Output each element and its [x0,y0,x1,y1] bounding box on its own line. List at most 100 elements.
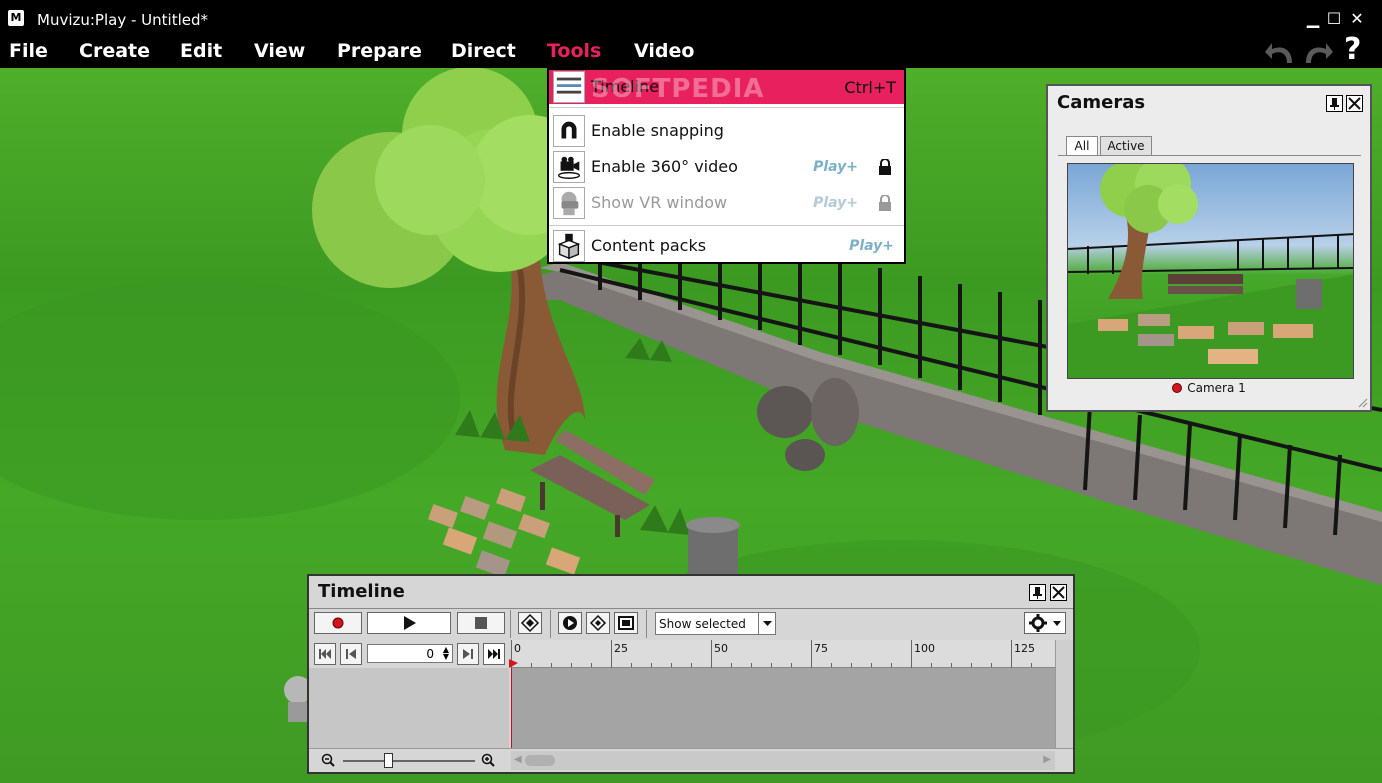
menu-file[interactable]: File [9,40,48,62]
spinner-arrows-icon[interactable]: ▲ ▼ [443,646,449,661]
play-plus-badge: Play+ [813,159,858,175]
scrollbar-thumb[interactable] [525,755,555,766]
menu-item-enable-360-video[interactable]: Enable 360° video Play+ [549,150,904,184]
menu-prepare[interactable]: Prepare [337,40,422,62]
watermark: SOFTPEDIA [591,74,765,104]
ruler-tick [711,640,712,668]
resize-grip-icon[interactable] [1358,398,1368,408]
tab-divider [1058,155,1361,156]
cameras-panel: Cameras All Active Camera 1 [1046,84,1372,412]
menu-item-label: Show VR window [591,193,728,212]
minor-tick [791,663,792,667]
scroll-left-icon[interactable]: ◀ [514,754,522,765]
window-title: Muvizu:Play - Untitled* [37,11,208,29]
next-frame-button[interactable] [457,643,479,665]
camera-360-icon [553,151,585,183]
help-button[interactable]: ? [1344,32,1361,67]
minor-tick [731,663,732,667]
menu-separator [549,225,904,226]
play-plus-badge: Play+ [849,238,894,254]
play-icon [404,616,416,630]
camera-thumbnail[interactable] [1067,163,1354,379]
menu-item-show-vr-window[interactable]: Show VR window Play+ [549,186,904,220]
timeline-ruler[interactable]: 0 25 50 75 100 125 [509,640,1055,668]
camera-preview-render [1068,164,1353,378]
go-to-start-button[interactable] [314,643,336,665]
panel-close-button[interactable] [1346,95,1363,112]
menu-item-timeline[interactable]: Timeline Ctrl+T SOFTPEDIA [549,70,904,104]
tab-active[interactable]: Active [1100,136,1152,155]
title-bar: M Muvizu:Play - Untitled* ▁ ☐ ✕ [0,0,1382,38]
settings-dropdown-button[interactable] [1024,612,1066,634]
minor-tick [851,663,852,667]
minor-tick [531,663,532,667]
play-button[interactable] [367,612,451,634]
minor-tick [1031,663,1032,667]
playhead-line [511,668,512,748]
stop-icon [475,617,487,629]
tab-all[interactable]: All [1066,136,1098,155]
previous-frame-button[interactable] [340,643,362,665]
menu-direct[interactable]: Direct [451,40,516,62]
camera-cut-icon [563,616,577,630]
pin-icon [1330,98,1339,110]
track-area[interactable] [511,668,1055,748]
gear-icon [1029,614,1061,632]
vr-headset-icon [553,187,585,219]
tools-dropdown-menu: Timeline Ctrl+T SOFTPEDIA Enable snappin… [547,68,906,264]
maximize-button[interactable]: ☐ [1323,8,1345,30]
add-keyframe-button[interactable] [518,612,542,634]
minimize-button[interactable]: ▁ [1302,8,1324,30]
menu-tools[interactable]: Tools [547,40,601,62]
minor-tick [991,663,992,667]
shortcut-label: Ctrl+T [844,78,896,97]
menu-item-enable-snapping[interactable]: Enable snapping [549,114,904,148]
minor-tick [551,663,552,667]
horizontal-scrollbar[interactable]: ◀ ▶ [511,751,1055,770]
zoom-slider-track[interactable] [343,760,475,762]
scroll-right-icon[interactable]: ▶ [1043,754,1051,765]
camera-entry[interactable]: Camera 1 [1048,381,1370,395]
menu-create[interactable]: Create [79,40,150,62]
pin-button[interactable] [1326,95,1343,112]
ruler-label: 75 [814,642,828,655]
record-button[interactable] [314,612,362,634]
menu-view[interactable]: View [254,40,305,62]
frame-input[interactable]: 0 ▲ ▼ [367,644,453,663]
toolbar-divider [510,610,511,638]
close-button[interactable]: ✕ [1346,8,1368,30]
camera-status-dot [1172,383,1183,393]
screen-button[interactable] [614,612,638,634]
menu-edit[interactable]: Edit [180,40,222,62]
undo-icon[interactable] [1264,37,1298,67]
step-back-icon [346,649,356,659]
zoom-out-icon[interactable] [321,753,335,767]
filter-select-value: Show selected [659,617,746,631]
camera-cut-button[interactable] [558,612,582,634]
diamond-icon [589,614,607,632]
pin-button[interactable] [1029,584,1046,601]
panel-close-button[interactable] [1050,584,1067,601]
zoom-in-icon[interactable] [481,753,495,767]
keyframe-toggle-button[interactable] [586,612,610,634]
ruler-tick [611,640,612,668]
title-divider [309,608,1073,609]
menu-video[interactable]: Video [634,40,694,62]
zoom-slider-thumb[interactable] [384,753,393,768]
minor-tick [951,663,952,667]
screen-icon [618,616,634,630]
app-logo-icon: M [8,10,24,26]
record-icon [332,617,344,629]
filter-select[interactable]: Show selected [655,612,776,635]
minor-tick [771,663,772,667]
go-to-end-button[interactable] [483,643,505,665]
panel-title: Cameras [1057,92,1146,113]
redo-icon[interactable] [1300,37,1334,67]
menu-separator [549,107,904,108]
stop-button[interactable] [457,612,505,634]
minor-tick [671,663,672,667]
minor-tick [691,663,692,667]
vertical-scrollbar[interactable] [1055,640,1073,748]
menu-item-content-packs[interactable]: Content packs Play+ [549,229,904,263]
step-forward-icon [463,649,473,659]
